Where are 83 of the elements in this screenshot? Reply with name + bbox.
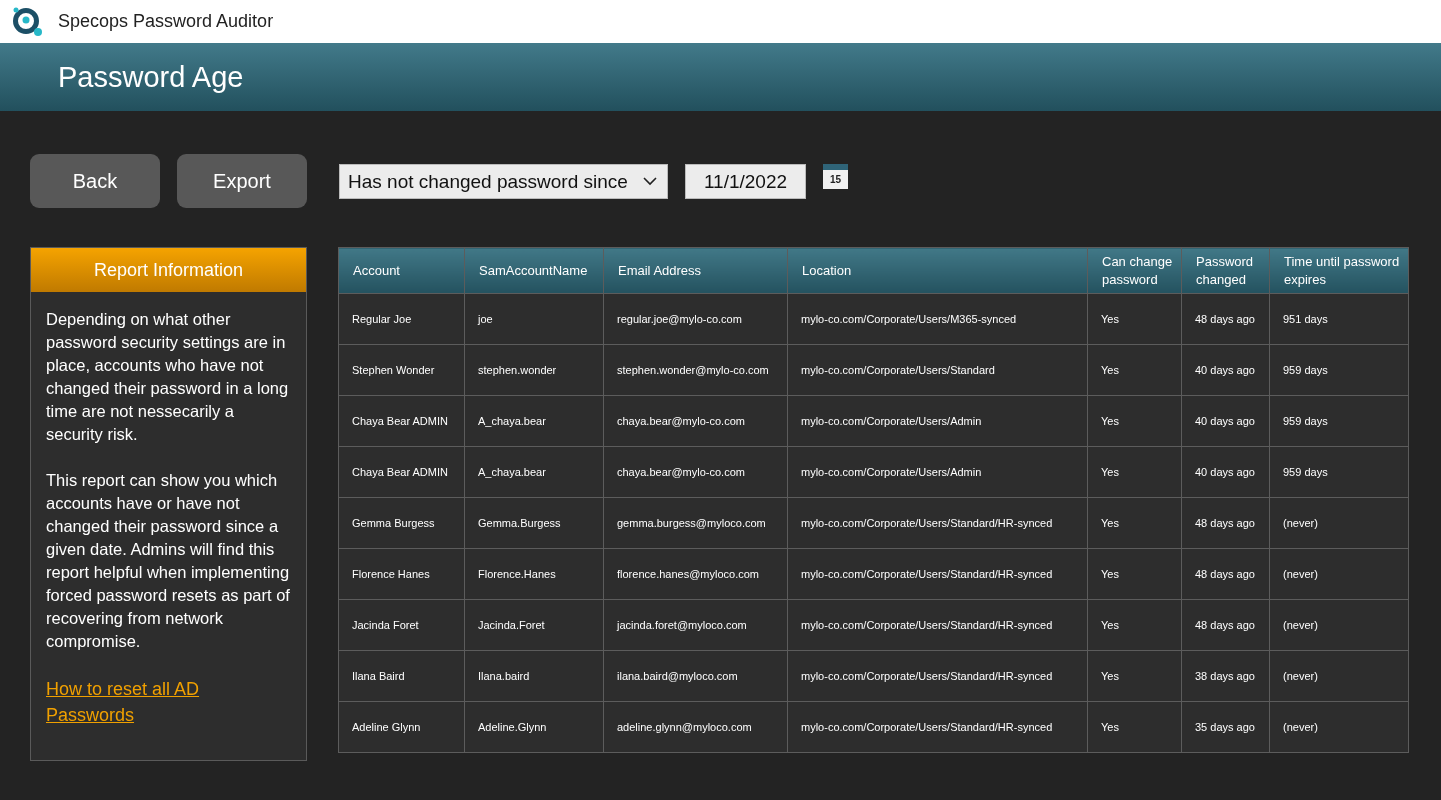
table-cell: 951 days	[1269, 293, 1409, 345]
table-cell: Gemma Burgess	[338, 497, 465, 549]
table-cell: (never)	[1269, 548, 1409, 600]
table-cell: mylo-co.com/Corporate/Users/Standard/HR-synced	[787, 599, 1088, 651]
table-cell: Gemma.Burgess	[464, 497, 604, 549]
column-header[interactable]: Account	[338, 247, 465, 294]
table-cell: mylo-co.com/Corporate/Users/Standard/HR-synced	[787, 701, 1088, 753]
table-cell: 40 days ago	[1181, 344, 1270, 396]
description-paragraph: This report can show you which accounts have or have not changed their password since a given date. Admins will find this report helpful when implementing forced password resets as part of recovering from network compromise.	[46, 470, 291, 652]
description-paragraph: Depending on what other password security settings are in place, accounts who have not changed their password in a long time are not nessecarily a security risk.	[46, 309, 290, 445]
table-cell: mylo-co.com/Corporate/Users/Standard/HR-synced	[787, 650, 1088, 702]
table-cell: 40 days ago	[1181, 395, 1270, 447]
table-cell: Ilana.baird	[464, 650, 604, 702]
column-header[interactable]: Location	[787, 247, 1088, 294]
table-cell: Yes	[1087, 344, 1182, 396]
table-cell: gemma.burgess@myloco.com	[603, 497, 788, 549]
table-cell: mylo-co.com/Corporate/Users/Admin	[787, 395, 1088, 447]
table-cell: mylo-co.com/Corporate/Users/M365-synced	[787, 293, 1088, 345]
table-cell: 40 days ago	[1181, 446, 1270, 498]
logo-icon	[12, 6, 44, 37]
table-cell: 48 days ago	[1181, 497, 1270, 549]
table-cell: Chaya Bear ADMIN	[338, 446, 465, 498]
back-button[interactable]: Back	[30, 154, 160, 208]
table-cell: mylo-co.com/Corporate/Users/Standard	[787, 344, 1088, 396]
table-cell: Yes	[1087, 446, 1182, 498]
help-link[interactable]: How to reset all AD Passwords	[46, 676, 236, 728]
table-cell: 959 days	[1269, 446, 1409, 498]
column-header[interactable]: SamAccountName	[464, 247, 604, 294]
table-cell: stephen.wonder	[464, 344, 604, 396]
table-cell: 38 days ago	[1181, 650, 1270, 702]
table-cell: Regular Joe	[338, 293, 465, 345]
table-cell: Yes	[1087, 497, 1182, 549]
chevron-down-icon	[643, 177, 657, 186]
table-cell: mylo-co.com/Corporate/Users/Standard/HR-synced	[787, 497, 1088, 549]
table-cell: Yes	[1087, 650, 1182, 702]
table-cell: Adeline.Glynn	[464, 701, 604, 753]
table-cell: adeline.glynn@myloco.com	[603, 701, 788, 753]
panel-header: Report Information	[31, 248, 306, 292]
column-header[interactable]: Email Address	[603, 247, 788, 294]
table-cell: Yes	[1087, 548, 1182, 600]
table-cell: (never)	[1269, 497, 1409, 549]
table-cell: chaya.bear@mylo-co.com	[603, 446, 788, 498]
table-cell: 48 days ago	[1181, 599, 1270, 651]
column-header[interactable]: Can change password	[1087, 247, 1182, 294]
column-header[interactable]: Time until password expires	[1269, 247, 1409, 294]
table-cell: Jacinda.Foret	[464, 599, 604, 651]
table-cell: 48 days ago	[1181, 548, 1270, 600]
table-cell: mylo-co.com/Corporate/Users/Standard/HR-synced	[787, 548, 1088, 600]
table-cell: (never)	[1269, 650, 1409, 702]
table-cell: ilana.baird@myloco.com	[603, 650, 788, 702]
table-cell: Chaya Bear ADMIN	[338, 395, 465, 447]
table-cell: joe	[464, 293, 604, 345]
table-cell: A_chaya.bear	[464, 446, 604, 498]
table-cell: florence.hanes@myloco.com	[603, 548, 788, 600]
table-cell: Jacinda Foret	[338, 599, 465, 651]
table-cell: jacinda.foret@myloco.com	[603, 599, 788, 651]
table-cell: Adeline Glynn	[338, 701, 465, 753]
table-cell: (never)	[1269, 701, 1409, 753]
table-cell: 959 days	[1269, 344, 1409, 396]
table-cell: regular.joe@mylo-co.com	[603, 293, 788, 345]
table-cell: Yes	[1087, 701, 1182, 753]
filter-dropdown[interactable]: Has not changed password since	[339, 164, 668, 199]
table-cell: Yes	[1087, 395, 1182, 447]
column-header[interactable]: Password changed	[1181, 247, 1270, 294]
table-cell: Florence Hanes	[338, 548, 465, 600]
table-cell: 959 days	[1269, 395, 1409, 447]
table-cell: A_chaya.bear	[464, 395, 604, 447]
table-cell: chaya.bear@mylo-co.com	[603, 395, 788, 447]
table-cell: mylo-co.com/Corporate/Users/Admin	[787, 446, 1088, 498]
calendar-button[interactable]: 15	[823, 164, 848, 189]
table-cell: 35 days ago	[1181, 701, 1270, 753]
table-cell: Ilana Baird	[338, 650, 465, 702]
window-title: Specops Password Auditor	[58, 11, 274, 32]
export-button[interactable]: Export	[177, 154, 307, 208]
page-title: Password Age	[58, 60, 244, 95]
table-cell: (never)	[1269, 599, 1409, 651]
table-cell: Yes	[1087, 599, 1182, 651]
table-cell: 48 days ago	[1181, 293, 1270, 345]
table-cell: Florence.Hanes	[464, 548, 604, 600]
table-cell: stephen.wonder@mylo-co.com	[603, 344, 788, 396]
date-field[interactable]: 11/1/2022	[685, 164, 806, 199]
table-cell: Yes	[1087, 293, 1182, 345]
table-cell: Stephen Wonder	[338, 344, 465, 396]
